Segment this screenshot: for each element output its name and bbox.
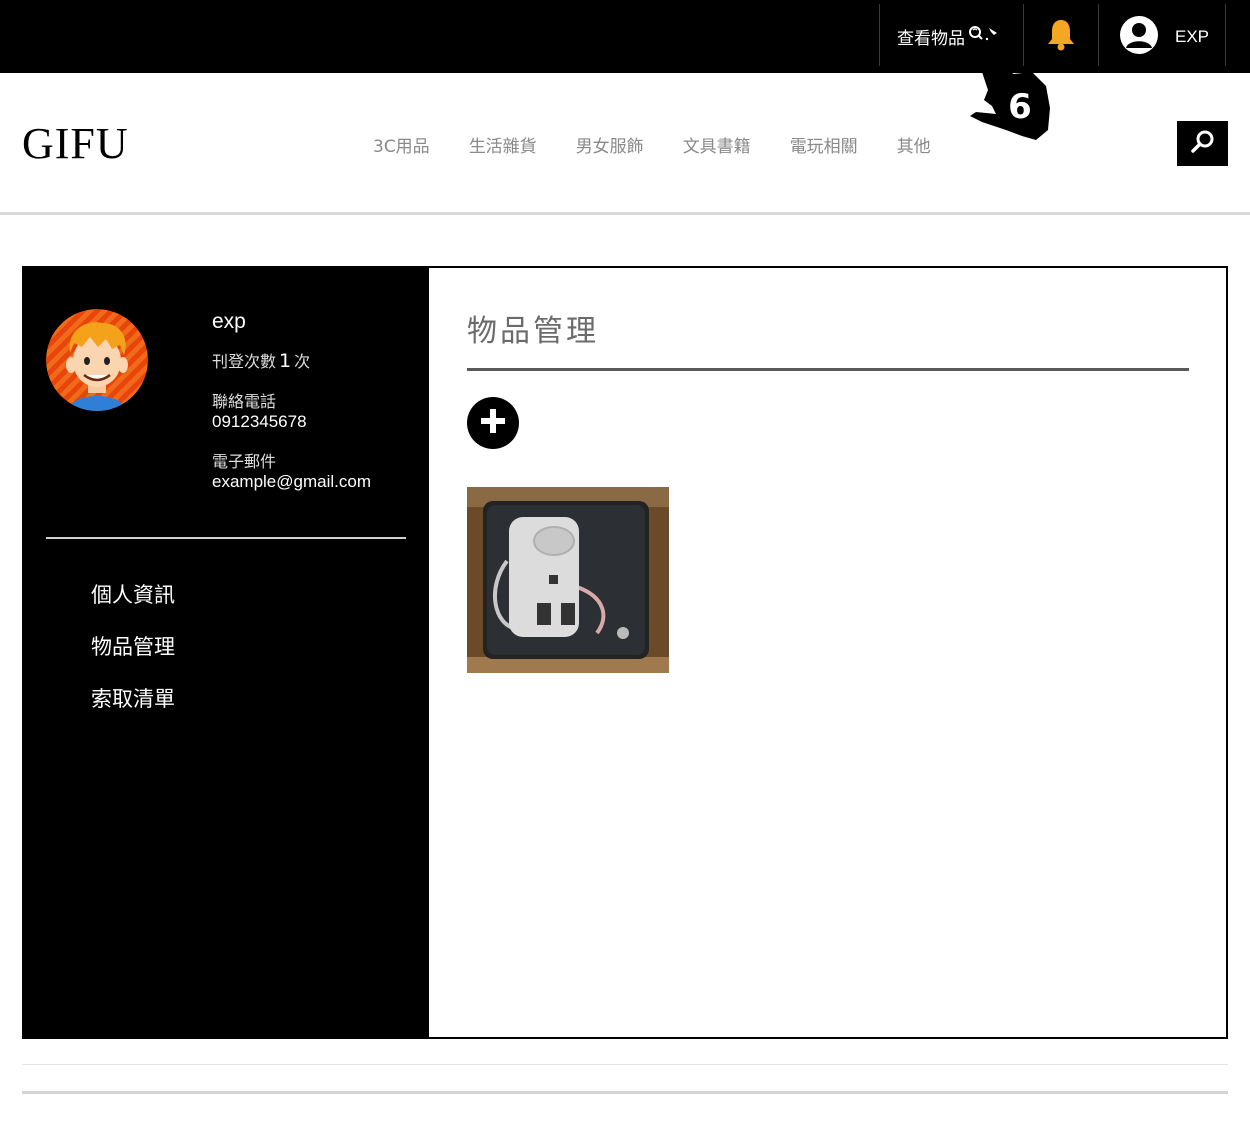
nav-item-3c[interactable]: 3C用品 [373, 132, 430, 157]
account-panel: exp 刊登次數 1 次 聯絡電話 0912345678 電子郵件 exampl… [22, 266, 1228, 1039]
item-thumbnail[interactable] [467, 487, 669, 673]
email-label: 電子郵件 [212, 452, 277, 471]
footer-divider [22, 1064, 1228, 1065]
sidebar-item-profile[interactable]: 個人資訊 [91, 579, 175, 631]
user-name: EXP [1175, 26, 1210, 46]
user-avatar-icon [1119, 15, 1159, 59]
content-area: 物品管理 [429, 268, 1226, 1037]
profile-username: exp [212, 310, 246, 333]
search-icon [1190, 129, 1216, 159]
user-menu[interactable]: EXP [1099, 0, 1226, 73]
header-divider [0, 212, 1250, 215]
nav-item-household[interactable]: 生活雜貨 [469, 132, 537, 157]
site-logo[interactable]: GIFU [22, 118, 129, 169]
nav-item-clothing[interactable]: 男女服飾 [576, 132, 644, 157]
phone-label: 聯絡電話 [212, 392, 277, 411]
pointer-hand-icon: 6 [962, 60, 1058, 146]
footer-divider [22, 1091, 1228, 1094]
post-count-value: 1 [279, 350, 292, 372]
sidebar-menu: 個人資訊 物品管理 索取清單 [91, 579, 175, 735]
nav-item-games[interactable]: 電玩相關 [790, 132, 858, 157]
search-button[interactable] [1177, 121, 1228, 166]
profile-sidebar: exp 刊登次數 1 次 聯絡電話 0912345678 電子郵件 exampl… [24, 268, 429, 1037]
post-count-label: 刊登次數 [212, 352, 277, 371]
avatar [46, 309, 148, 411]
top-bar: 查看物品 EXP [0, 0, 1250, 73]
plus-icon [479, 407, 507, 439]
sidebar-divider [46, 537, 406, 539]
post-count-row: 刊登次數 1 次 [212, 348, 371, 372]
profile-info: exp 刊登次數 1 次 聯絡電話 0912345678 電子郵件 exampl… [212, 310, 371, 492]
phone-value: 0912345678 [212, 412, 307, 431]
nav-item-other[interactable]: 其他 [897, 132, 931, 157]
step-number: 6 [1008, 87, 1032, 127]
post-count-suffix: 次 [294, 352, 311, 371]
bell-icon [1046, 18, 1076, 56]
add-item-button[interactable] [467, 397, 519, 449]
magnifier-icon [967, 24, 1001, 49]
email-value: example@gmail.com [212, 472, 371, 491]
view-items-label: 查看物品 [897, 29, 965, 49]
page-title: 物品管理 [467, 314, 599, 349]
sidebar-item-item-management[interactable]: 物品管理 [91, 631, 175, 683]
nav-item-books[interactable]: 文具書籍 [683, 132, 751, 157]
sidebar-item-request-list[interactable]: 索取清單 [91, 683, 175, 735]
power-bank-photo [467, 487, 669, 673]
title-divider [467, 368, 1189, 371]
category-nav: 3C用品 生活雜貨 男女服飾 文具書籍 電玩相關 其他 [373, 132, 970, 157]
